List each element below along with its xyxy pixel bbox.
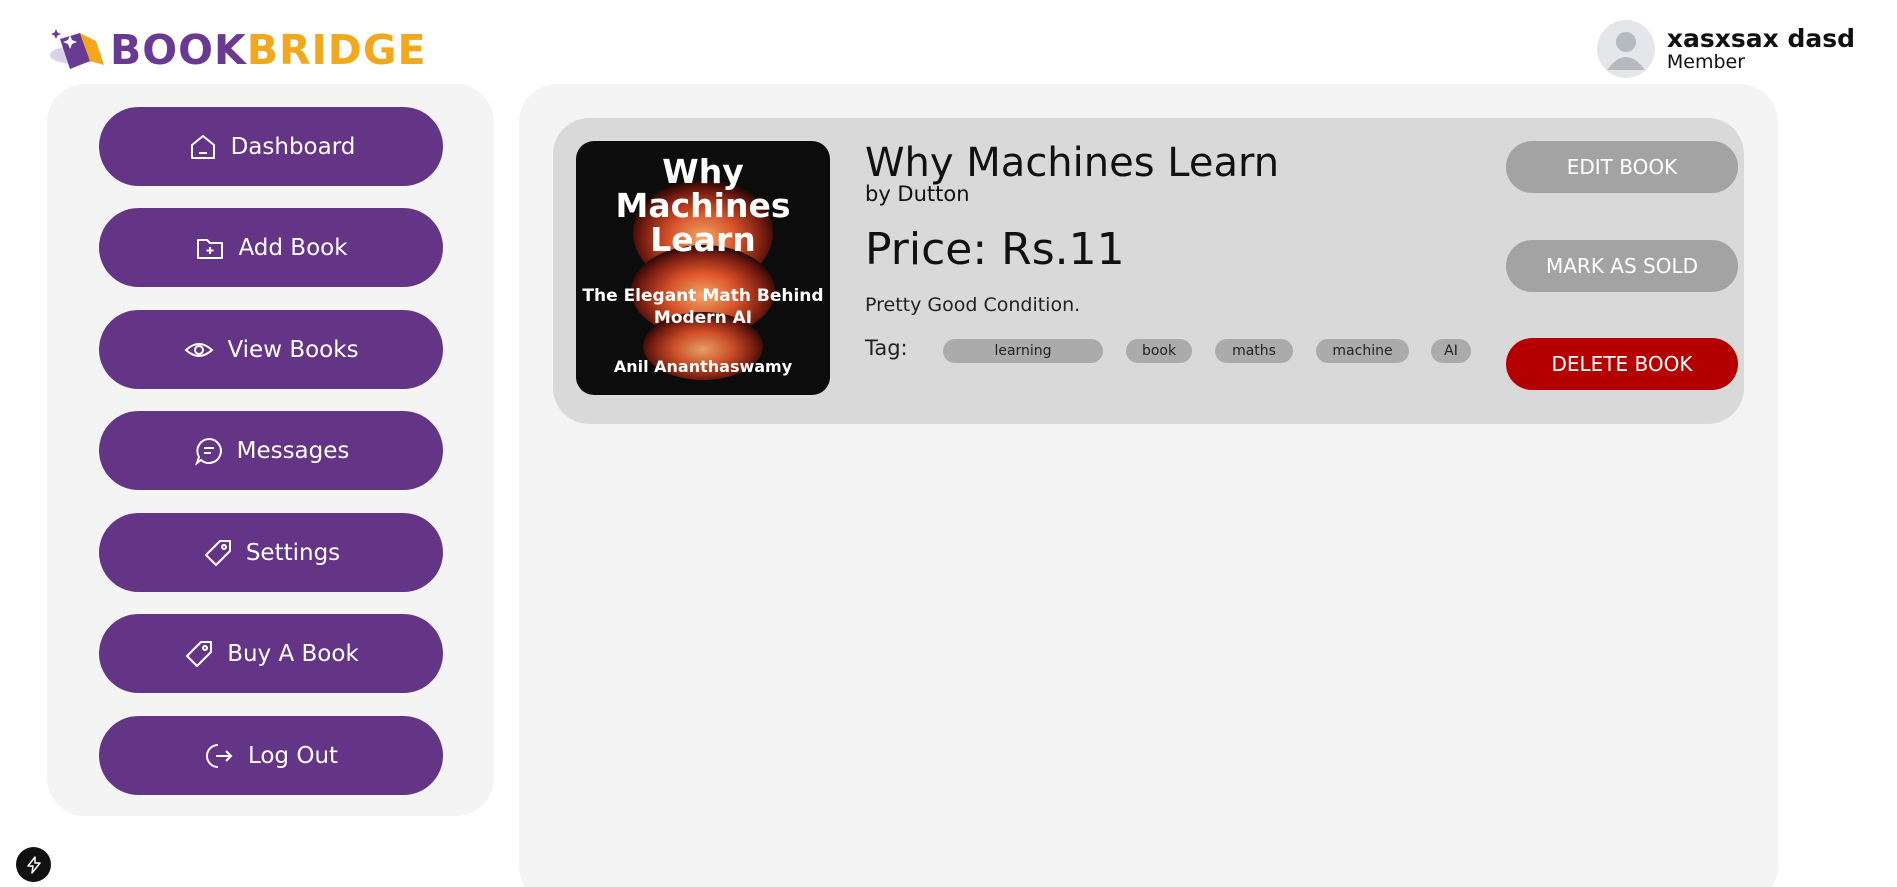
brand-name-part1: BOOK — [110, 26, 247, 74]
edit-book-button[interactable]: EDIT BOOK — [1506, 141, 1738, 193]
tag-chip: book — [1126, 339, 1192, 363]
book-cover-image: Why Machines Learn The Elegant Math Behi… — [576, 141, 830, 395]
book-author: by Dutton — [865, 182, 970, 206]
cover-author: Anil Ananthaswamy — [613, 357, 793, 376]
tag-chip: machine — [1316, 339, 1409, 363]
delete-book-button[interactable]: DELETE BOOK — [1506, 338, 1738, 390]
sidebar-item-log-out[interactable]: Log Out — [99, 716, 443, 795]
sidebar-item-label: View Books — [227, 336, 359, 363]
dev-tools-button[interactable] — [16, 847, 51, 882]
lightning-icon — [26, 855, 41, 874]
tag-chip: maths — [1215, 339, 1293, 363]
home-icon — [190, 134, 215, 159]
tag-chip: AI — [1431, 339, 1471, 363]
sidebar-item-label: Add Book — [238, 234, 348, 261]
sidebar-item-label: Messages — [236, 437, 350, 464]
tag-icon — [204, 539, 231, 566]
tag-label: Tag: — [865, 336, 908, 360]
sidebar-item-view-books[interactable]: View Books — [99, 310, 443, 389]
book-card: Why Machines Learn The Elegant Math Behi… — [553, 118, 1744, 424]
main-content: Why Machines Learn The Elegant Math Behi… — [519, 84, 1778, 887]
tag-icon — [186, 640, 213, 667]
sidebar-item-settings[interactable]: Settings — [99, 513, 443, 592]
folder-plus-icon — [197, 238, 224, 259]
chat-icon — [194, 437, 222, 466]
user-profile[interactable]: xasxsax dasd Member — [1596, 20, 1855, 78]
mark-as-sold-button[interactable]: MARK AS SOLD — [1506, 240, 1738, 292]
sidebar-item-label: Log Out — [247, 742, 339, 769]
user-role: Member — [1666, 51, 1746, 73]
sidebar-item-buy-a-book[interactable]: Buy A Book — [99, 614, 443, 693]
sidebar-item-dashboard[interactable]: Dashboard — [99, 107, 443, 186]
book-price: Price: Rs.11 — [865, 224, 1125, 275]
logout-icon — [206, 743, 233, 768]
user-name: xasxsax dasd — [1666, 24, 1855, 53]
cover-title: Why Machines Learn — [615, 152, 791, 259]
avatar[interactable] — [1596, 20, 1655, 78]
sidebar-item-label: Dashboard — [230, 133, 356, 160]
sidebar-item-messages[interactable]: Messages — [99, 411, 443, 490]
brand-name-part2: BRIDGE — [246, 26, 427, 74]
eye-icon — [184, 342, 214, 357]
cover-subtitle: The Elegant Math Behind Modern AI — [582, 286, 824, 328]
sidebar-item-label: Buy A Book — [227, 640, 359, 667]
book-condition: Pretty Good Condition. — [865, 294, 1081, 316]
brand-logo[interactable]: BOOKBRIDGE — [46, 24, 427, 76]
user-avatar-icon — [1606, 32, 1645, 70]
sidebar-item-label: Settings — [245, 539, 341, 566]
tag-chip: learning — [943, 339, 1103, 363]
sidebar-item-add-book[interactable]: Add Book — [99, 208, 443, 287]
sidebar: Dashboard Add Book View Books Messages S… — [47, 84, 494, 816]
book-title: Why Machines Learn — [865, 140, 1280, 186]
book-logo-icon — [50, 29, 104, 69]
